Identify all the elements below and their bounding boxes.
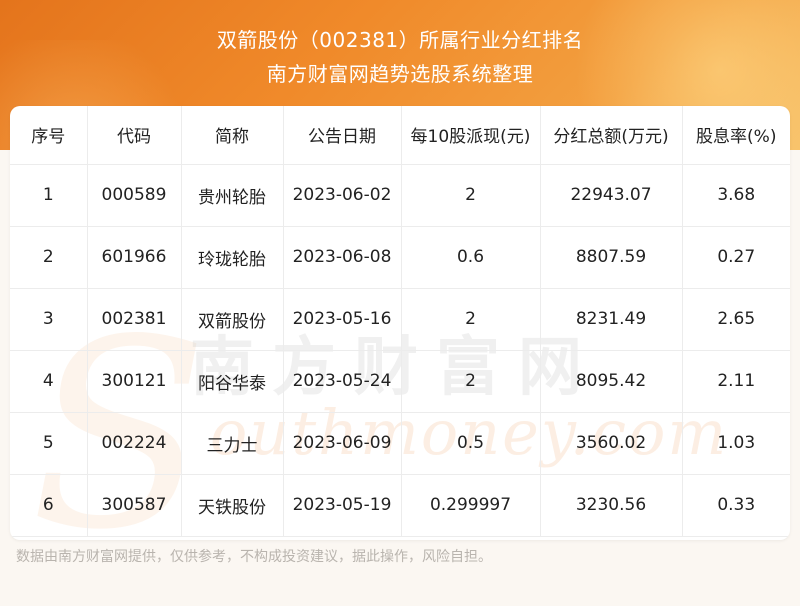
table-cell: 2023-05-16 [283,288,402,351]
table-cell: 贵州轮胎 [181,164,284,227]
table-header-row: 序号 代码 简称 公告日期 每10股派现(元) 分红总额(万元) 股息率(%) [10,106,790,165]
dividend-ranking-table: 序号 代码 简称 公告日期 每10股派现(元) 分红总额(万元) 股息率(%) 1 00058… [10,106,790,537]
column-header: 序号 [10,106,88,165]
table-cell: 3560.02 [540,412,683,475]
table-cell: 3 [10,288,88,351]
table-cell: 002224 [87,412,182,475]
table-cell: 2 [401,288,541,351]
table-cell: 双箭股份 [181,288,284,351]
table-cell: 三力士 [181,412,284,475]
table-cell: 2023-06-02 [283,164,402,227]
table-cell: 300587 [87,474,182,537]
table-row: 1 000589 贵州轮胎 2023-06-02 2 22943.07 3.68 [10,164,790,227]
table-cell: 1.03 [682,412,790,475]
column-header: 股息率(%) [682,106,790,165]
table-cell: 8095.42 [540,350,683,413]
table-row: 4 300121 阳谷华泰 2023-05-24 2 8095.42 2.11 [10,350,790,413]
table-card: S 南方财富网 outhmoney.com 序号 代码 简称 公告日期 每10股派现(元… [10,106,790,540]
table-cell: 5 [10,412,88,475]
table-cell: 2023-05-24 [283,350,402,413]
column-header: 简称 [181,106,284,165]
table-cell: 0.299997 [401,474,541,537]
table-cell: 0.5 [401,412,541,475]
table-cell: 300121 [87,350,182,413]
table-row: 5 002224 三力士 2023-06-09 0.5 3560.02 1.03 [10,412,790,475]
table-cell: 2023-06-09 [283,412,402,475]
table-cell: 4 [10,350,88,413]
table-cell: 2023-05-19 [283,474,402,537]
column-header: 分红总额(万元) [540,106,683,165]
table-row: 2 601966 玲珑轮胎 2023-06-08 0.6 8807.59 0.27 [10,226,790,289]
table-cell: 2 [10,226,88,289]
table-cell: 002381 [87,288,182,351]
column-header: 每10股派现(元) [401,106,541,165]
column-header: 公告日期 [283,106,402,165]
table-cell: 2.11 [682,350,790,413]
table-cell: 0.27 [682,226,790,289]
page-title: 双箭股份（002381）所属行业分红排名 [216,28,584,52]
table-cell: 22943.07 [540,164,683,227]
table-cell: 3.68 [682,164,790,227]
footer-disclaimer: 数据由南方财富网提供，仅供参考，不构成投资建议，据此操作，风险自担。 [16,549,492,565]
table-cell: 601966 [87,226,182,289]
page-subtitle: 南方财富网趋势选股系统整理 [266,62,534,86]
table-row: 3 002381 双箭股份 2023-05-16 2 8231.49 2.65 [10,288,790,351]
table-cell: 8231.49 [540,288,683,351]
table-cell: 玲珑轮胎 [181,226,284,289]
table-cell: 2023-06-08 [283,226,402,289]
table-cell: 2 [401,350,541,413]
table-cell: 2.65 [682,288,790,351]
table-cell: 2 [401,164,541,227]
table-cell: 8807.59 [540,226,683,289]
table-cell: 阳谷华泰 [181,350,284,413]
table-cell: 3230.56 [540,474,683,537]
table-row: 6 300587 天铁股份 2023-05-19 0.299997 3230.56 0.33 [10,474,790,537]
table-cell: 0.6 [401,226,541,289]
table-cell: 6 [10,474,88,537]
column-header: 代码 [87,106,182,165]
table-cell: 1 [10,164,88,227]
table-cell: 0.33 [682,474,790,537]
table-cell: 天铁股份 [181,474,284,537]
table-cell: 000589 [87,164,182,227]
